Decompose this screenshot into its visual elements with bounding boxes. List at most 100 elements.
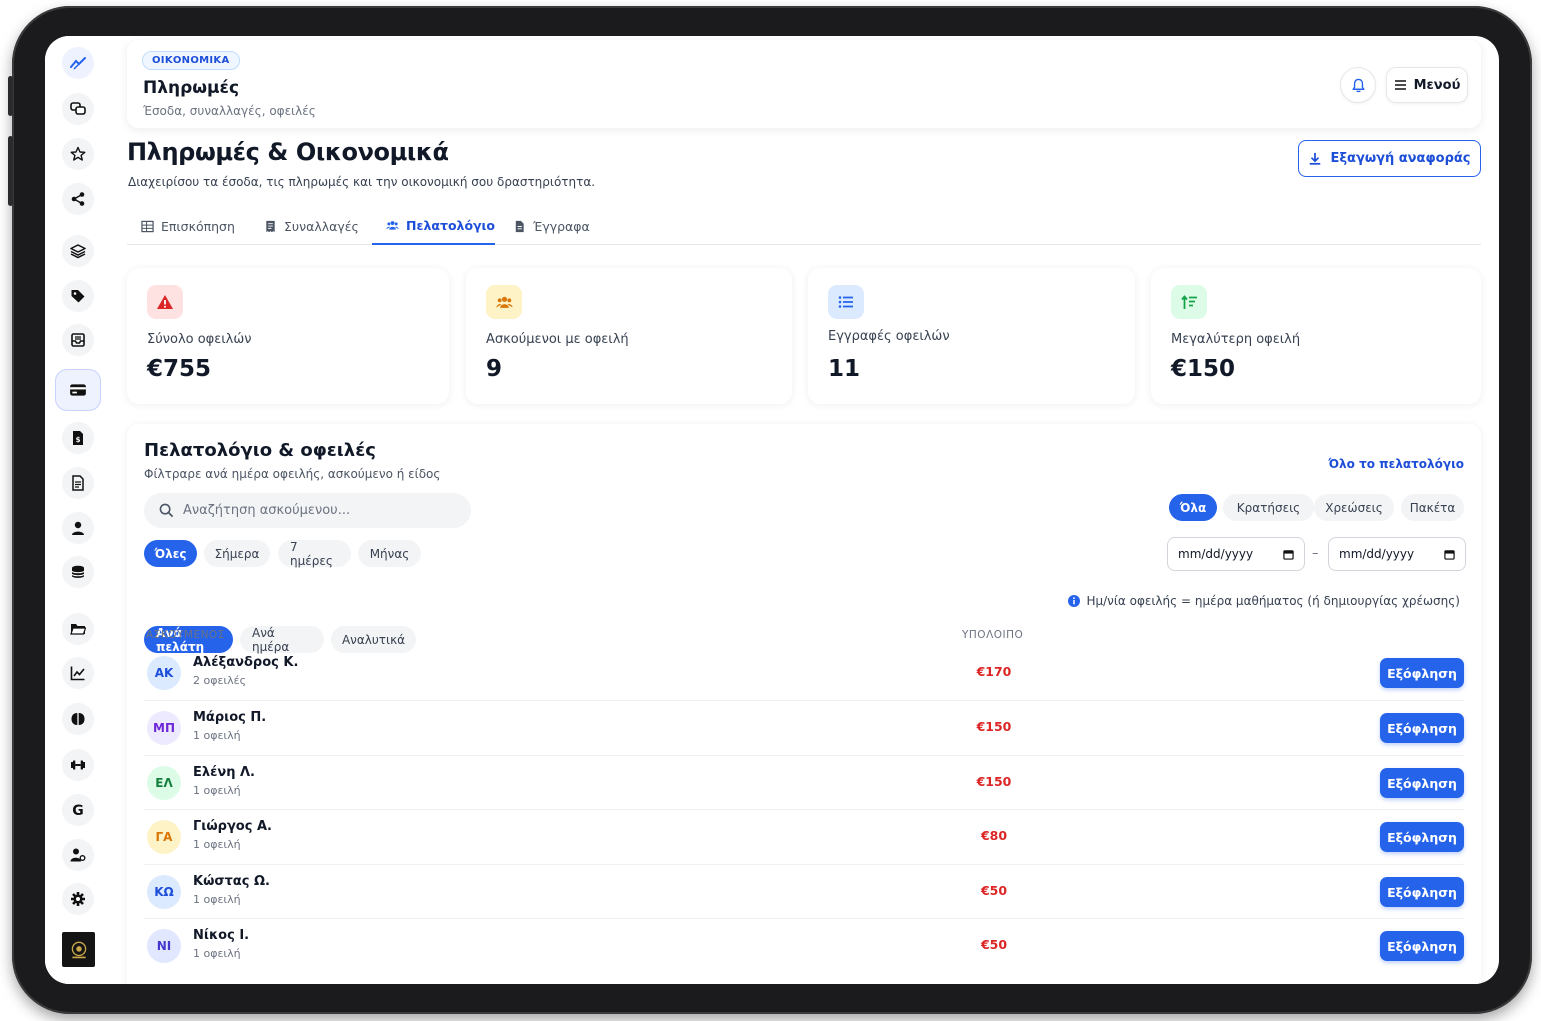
sidebar-item-clients[interactable] — [62, 512, 94, 544]
all-clients-link[interactable]: Όλο το πελατολόγιο — [1328, 457, 1464, 471]
header-card: ΟΙΚΟΝΟΜΙΚΑ Πληρωμές Έσοδα, συναλλαγές, ο… — [127, 40, 1481, 128]
menu-button[interactable]: Μενού — [1386, 67, 1468, 103]
sort-amount-icon — [1180, 294, 1197, 309]
brand-logo[interactable] — [62, 932, 95, 967]
avatar: ΓΑ — [147, 820, 181, 854]
settle-button[interactable]: Εξόφληση — [1380, 658, 1464, 688]
column-header-balance: ΥΠΟΛΟΙΠΟ — [962, 629, 1024, 641]
section-badge: ΟΙΚΟΝΟΜΙΚΑ — [142, 51, 240, 70]
settle-button[interactable]: Εξόφληση — [1380, 877, 1464, 907]
folder-icon — [70, 624, 86, 635]
avatar: ΚΩ — [147, 875, 181, 909]
client-name[interactable]: Ελένη Λ. — [193, 765, 255, 780]
tab-documents[interactable]: Έγγραφα — [513, 208, 590, 245]
client-balance: €150 — [976, 774, 1012, 789]
card-icon — [70, 384, 86, 396]
client-balance: €50 — [980, 883, 1008, 898]
client-name[interactable]: Μάριος Π. — [193, 710, 266, 725]
export-report-button[interactable]: Εξαγωγή αναφοράς — [1298, 140, 1481, 177]
stat-value: €755 — [147, 356, 212, 382]
filter-period-today[interactable]: Σήμερα — [204, 540, 270, 567]
stat-label: Εγγραφές οφειλών — [828, 329, 950, 344]
tab-label: Συναλλαγές — [284, 219, 359, 234]
users-icon — [495, 296, 513, 308]
receipt-icon — [266, 220, 275, 233]
chart-icon — [70, 666, 85, 681]
layers-icon — [70, 244, 86, 259]
sidebar-item-invoices[interactable]: $ — [62, 422, 94, 454]
sidebar-item-documents[interactable] — [62, 467, 94, 499]
settle-button[interactable]: Εξόφληση — [1380, 931, 1464, 961]
stat-value: 11 — [828, 356, 861, 382]
sidebar-item-google[interactable]: G — [62, 794, 94, 826]
filter-type-packages[interactable]: Πακέτα — [1401, 494, 1464, 521]
client-balance: €170 — [976, 664, 1012, 679]
filter-period-month[interactable]: Μήνας — [358, 540, 421, 567]
table-row: ΑΚ Αλέξανδρος Κ. 2 οφειλές €170 Εξόφληση — [144, 646, 1464, 700]
date-to-input[interactable]: mm/dd/yyyy — [1328, 537, 1466, 571]
settle-button[interactable]: Εξόφληση — [1380, 768, 1464, 798]
debt-count: 1 οφειλή — [193, 729, 241, 742]
tab-label: Επισκόπηση — [161, 219, 235, 234]
sidebar-item-tags[interactable] — [62, 280, 94, 312]
sidebar-item-wellness[interactable] — [62, 703, 94, 735]
sidebar-item-dashboard[interactable] — [62, 47, 94, 79]
sidebar-item-favorites[interactable] — [62, 138, 94, 170]
debt-count: 1 οφειλή — [193, 838, 241, 851]
stat-card-largest-debt: Μεγαλύτερη οφειλή €150 — [1151, 268, 1481, 404]
client-name[interactable]: Γιώργος Α. — [193, 819, 272, 834]
coins-icon — [71, 565, 85, 578]
user-settings-icon — [70, 848, 86, 862]
header-subtitle: Έσοδα, συναλλαγές, οφειλές — [143, 104, 316, 118]
filter-type-all[interactable]: Όλα — [1169, 494, 1217, 521]
date-info-note: Ημ/νία οφειλής = ημέρα μαθήματος (ή δημι… — [1068, 594, 1460, 608]
date-separator: – — [1312, 546, 1319, 561]
info-icon — [1068, 595, 1081, 607]
settle-button[interactable]: Εξόφληση — [1380, 713, 1464, 743]
sidebar-item-settings[interactable] — [62, 883, 94, 915]
client-name[interactable]: Αλέξανδρος Κ. — [193, 655, 298, 670]
filter-period-all[interactable]: Όλες — [144, 540, 197, 567]
sidebar-item-share[interactable] — [62, 183, 94, 215]
tab-transactions[interactable]: Συναλλαγές — [264, 208, 359, 245]
tab-overview[interactable]: Επισκόπηση — [141, 208, 235, 245]
tab-clients[interactable]: Πελατολόγιο — [372, 208, 495, 245]
sidebar-item-workouts[interactable] — [62, 749, 94, 781]
search-icon — [159, 503, 174, 518]
stat-label: Ασκούμενοι με οφειλή — [486, 332, 629, 347]
share-icon — [71, 192, 85, 206]
column-header-client: ΑΣΚΟΥΜΕΝΟΣ — [146, 629, 225, 641]
client-balance: €50 — [980, 937, 1008, 952]
filter-period-7days[interactable]: 7 ημέρες — [278, 540, 351, 568]
chat-icon — [70, 102, 86, 115]
date-from-input[interactable]: mm/dd/yyyy — [1167, 537, 1305, 571]
sidebar-item-messages[interactable] — [62, 93, 94, 125]
table-icon — [141, 220, 154, 233]
notifications-button[interactable] — [1340, 67, 1376, 103]
sidebar-item-user-settings[interactable] — [62, 839, 94, 871]
google-icon: G — [72, 803, 84, 818]
debt-count: 1 οφειλή — [193, 893, 241, 906]
settle-button[interactable]: Εξόφληση — [1380, 822, 1464, 852]
client-name[interactable]: Κώστας Ω. — [193, 874, 270, 889]
trend-icon — [70, 57, 86, 70]
info-note-text: Ημ/νία οφειλής = ημέρα μαθήματος (ή δημι… — [1086, 594, 1460, 608]
client-search-input[interactable]: Αναζήτηση ασκούμενου... — [144, 493, 471, 528]
client-name[interactable]: Νίκος Ι. — [193, 928, 249, 943]
filter-type-charges[interactable]: Χρεώσεις — [1314, 494, 1394, 521]
sidebar-item-analytics[interactable] — [62, 657, 94, 689]
sidebar-item-layers[interactable] — [62, 235, 94, 267]
sidebar-item-inbox[interactable] — [62, 324, 94, 356]
sidebar-item-files[interactable] — [62, 613, 94, 645]
menu-label: Μενού — [1413, 77, 1461, 93]
calendar-icon — [1283, 549, 1294, 560]
stat-icon-box — [1171, 285, 1207, 319]
sidebar-item-finance[interactable] — [62, 556, 94, 588]
brain-icon — [71, 713, 85, 725]
sidebar-item-payments[interactable] — [55, 369, 101, 411]
search-placeholder: Αναζήτηση ασκούμενου... — [183, 503, 351, 518]
stat-card-total-debt: Σύνολο οφειλών €755 — [127, 268, 449, 404]
dumbbell-icon — [71, 760, 85, 770]
hamburger-icon — [1394, 80, 1406, 90]
filter-type-bookings[interactable]: Κρατήσεις — [1223, 494, 1314, 521]
